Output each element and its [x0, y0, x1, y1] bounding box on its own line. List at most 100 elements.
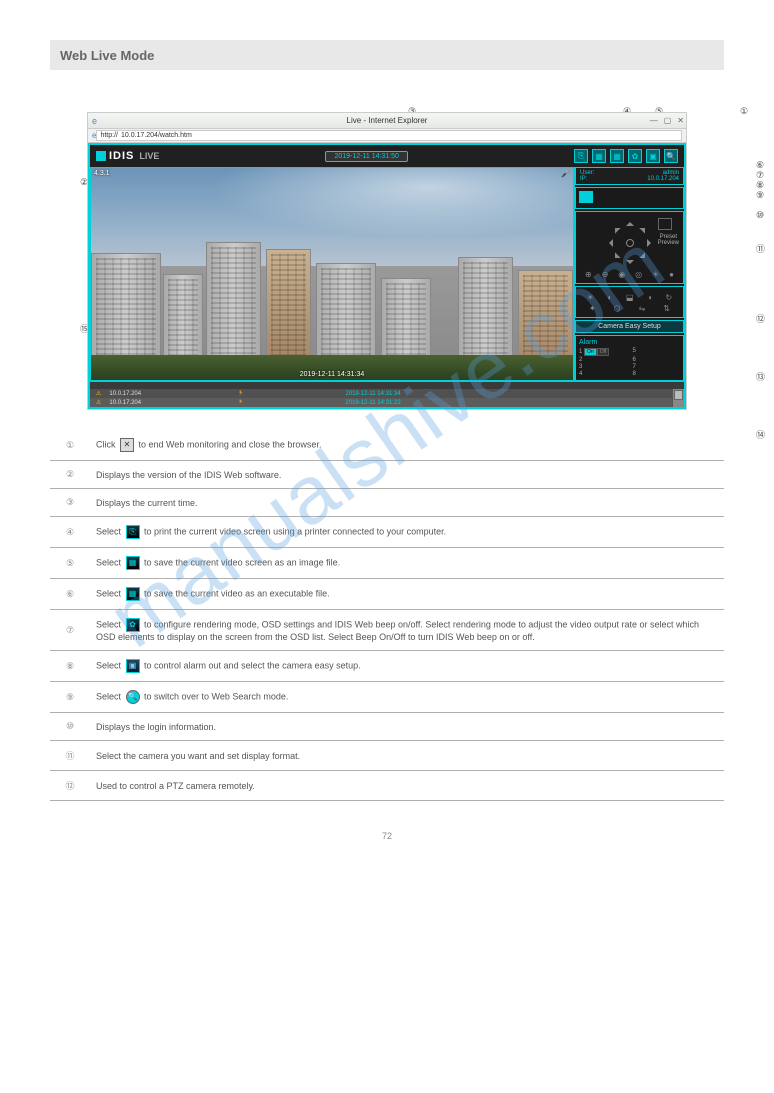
callout-9: ⑨ [756, 190, 764, 201]
browser-window: e Live - Internet Explorer — ▢ ✕ e http:… [87, 112, 687, 410]
address-bar: e http://10.0.17.204/watch.htm [88, 129, 686, 143]
zoom-out-icon[interactable]: ⊖ [602, 270, 609, 279]
callout-11: ⑪ [756, 242, 765, 255]
logo: IDIS LIVE [96, 150, 159, 162]
print-icon[interactable]: ⎘ [574, 149, 588, 163]
video-pane[interactable]: 4.3.1 🎤 2019-12-11 14:31:34 [90, 167, 574, 381]
row-number: ② [50, 461, 90, 489]
row-number: ⑪ [50, 741, 90, 771]
iris-close-icon[interactable]: ● [669, 270, 674, 279]
event-icon: ▣ [126, 659, 140, 673]
mic-icon: 🎤 [561, 170, 570, 178]
close-icon: ✕ [120, 438, 134, 452]
ptz-panel: Preset Preview ⊕ [575, 211, 684, 284]
camera-easy-setup-button[interactable]: Camera Easy Setup [575, 320, 684, 333]
logo-icon [96, 151, 106, 161]
image-adjust-panel: ☀ ◐ ⬓ ◑ ↻ ✦ ⬡ ⇋ ⇅ [575, 286, 684, 318]
section-subtitle [50, 78, 724, 102]
row-number: ⑧ [50, 651, 90, 682]
setup-icon[interactable]: ✿ [628, 149, 642, 163]
motion-icon: 🏃 [237, 390, 337, 397]
setup-icon: ✿ [126, 618, 140, 632]
focus-near-icon[interactable]: ◉ [618, 270, 625, 279]
contrast-icon[interactable]: ◐ [608, 293, 613, 302]
table-row: ④Select ⎘ to print the current video scr… [50, 517, 724, 548]
row-number: ⑨ [50, 682, 90, 713]
camera-select[interactable] [575, 187, 684, 209]
row-number: ⑦ [50, 610, 90, 651]
row-number: ⑫ [50, 771, 90, 801]
minimize-icon[interactable]: — [650, 116, 658, 125]
maximize-icon[interactable]: ▢ [664, 116, 672, 125]
table-row: ②Displays the version of the IDIS Web so… [50, 461, 724, 489]
scroll-up-icon[interactable] [674, 390, 683, 400]
url-input[interactable]: http://10.0.17.204/watch.htm [96, 130, 682, 141]
row-number: ⑥ [50, 579, 90, 610]
logo-text: IDIS [109, 150, 134, 162]
scrollbar[interactable] [672, 389, 684, 407]
flip-icon[interactable]: ⇅ [663, 304, 670, 313]
sharpness-icon[interactable]: ✦ [589, 304, 596, 313]
event-setup-icon[interactable]: ▣ [646, 149, 660, 163]
ptz-view-button[interactable] [658, 218, 672, 230]
table-row: ⑤Select ▦ to save the current video scre… [50, 548, 724, 579]
browser-title: Live - Internet Explorer [347, 116, 428, 125]
iris-open-icon[interactable]: ☀ [652, 270, 659, 279]
save-icon: ▦ [126, 556, 140, 570]
denoise-icon[interactable]: ⬡ [614, 304, 621, 313]
row-number: ⑤ [50, 548, 90, 579]
description-table: ①Click ✕ to end Web monitoring and close… [50, 430, 724, 801]
table-row: ⑦Select ✿ to configure rendering mode, O… [50, 610, 724, 651]
video-osd-timestamp: 2019-12-11 14:31:34 [300, 371, 364, 378]
app-header: IDIS LIVE 2019-12-11 14:31:50 ⎘ ▦ ▦ ✿ ▣ … [90, 145, 684, 167]
browser-titlebar: e Live - Internet Explorer — ▢ ✕ [88, 113, 686, 129]
event-row[interactable]: ⚠ 10.0.17.204 🏃 2019-12-11 14:31:34 [90, 389, 672, 398]
search-icon: 🔍 [126, 690, 140, 704]
callout-14: ⑭ [756, 428, 765, 441]
table-row: ⑨Select 🔍 to switch over to Web Search m… [50, 682, 724, 713]
ptz-preview-button[interactable]: Preview [658, 240, 679, 246]
search-mode-icon[interactable]: 🔍 [664, 149, 678, 163]
event-list: ⚠ 10.0.17.204 🏃 2019-12-11 14:31:34 ⚠ 10… [90, 389, 672, 407]
ptz-wheel[interactable] [605, 218, 655, 268]
section-title: Web Live Mode [50, 40, 724, 70]
brightness-icon[interactable]: ☀ [587, 293, 594, 302]
print-icon: ⎘ [126, 525, 140, 539]
event-row[interactable]: ⚠ 10.0.17.204 🏃 2019-12-11 14:31:22 [90, 398, 672, 407]
camera-1-button[interactable] [579, 191, 593, 203]
alert-icon: ⚠ [96, 399, 101, 406]
alarm-1-toggle[interactable]: OnOff [584, 348, 609, 356]
alert-icon: ⚠ [96, 390, 101, 397]
row-desc: Select ▦ to save the current video as an… [90, 579, 724, 610]
table-row: ⑪Select the camera you want and set disp… [50, 741, 724, 771]
reset-icon[interactable]: ↻ [665, 293, 672, 302]
alarm-title: Alarm [579, 339, 680, 346]
close-icon[interactable]: ✕ [677, 116, 684, 125]
save-video-icon[interactable]: ▦ [610, 149, 624, 163]
save-image-icon[interactable]: ▦ [592, 149, 606, 163]
focus-far-icon[interactable]: ◎ [635, 270, 642, 279]
zoom-in-icon[interactable]: ⊕ [585, 270, 592, 279]
hue-icon[interactable]: ◑ [647, 293, 652, 302]
table-row: ③Displays the current time. [50, 489, 724, 517]
alarm-panel: Alarm 1 OnOff 5 26 37 48 [575, 335, 684, 381]
mirror-icon[interactable]: ⇋ [639, 304, 646, 313]
row-desc: Select ⎘ to print the current video scre… [90, 517, 724, 548]
callout-10: ⑩ [756, 210, 764, 221]
row-number: ① [50, 430, 90, 461]
row-number: ③ [50, 489, 90, 517]
saturation-icon[interactable]: ⬓ [626, 293, 634, 302]
callout-1: ① [740, 106, 748, 117]
row-desc: Displays the version of the IDIS Web sof… [90, 461, 724, 489]
row-desc: Select 🔍 to switch over to Web Search mo… [90, 682, 724, 713]
table-row: ⑫Used to control a PTZ camera remotely. [50, 771, 724, 801]
row-desc: Click ✕ to end Web monitoring and close … [90, 430, 724, 461]
row-desc: Displays the login information. [90, 713, 724, 741]
row-number: ⑩ [50, 713, 90, 741]
row-desc: Select the camera you want and set displ… [90, 741, 724, 771]
logo-mode: LIVE [139, 151, 159, 161]
row-desc: Select ▦ to save the current video scree… [90, 548, 724, 579]
table-row: ⑩Displays the login information. [50, 713, 724, 741]
event-header [90, 381, 684, 389]
callout-13: ⑬ [756, 370, 765, 383]
